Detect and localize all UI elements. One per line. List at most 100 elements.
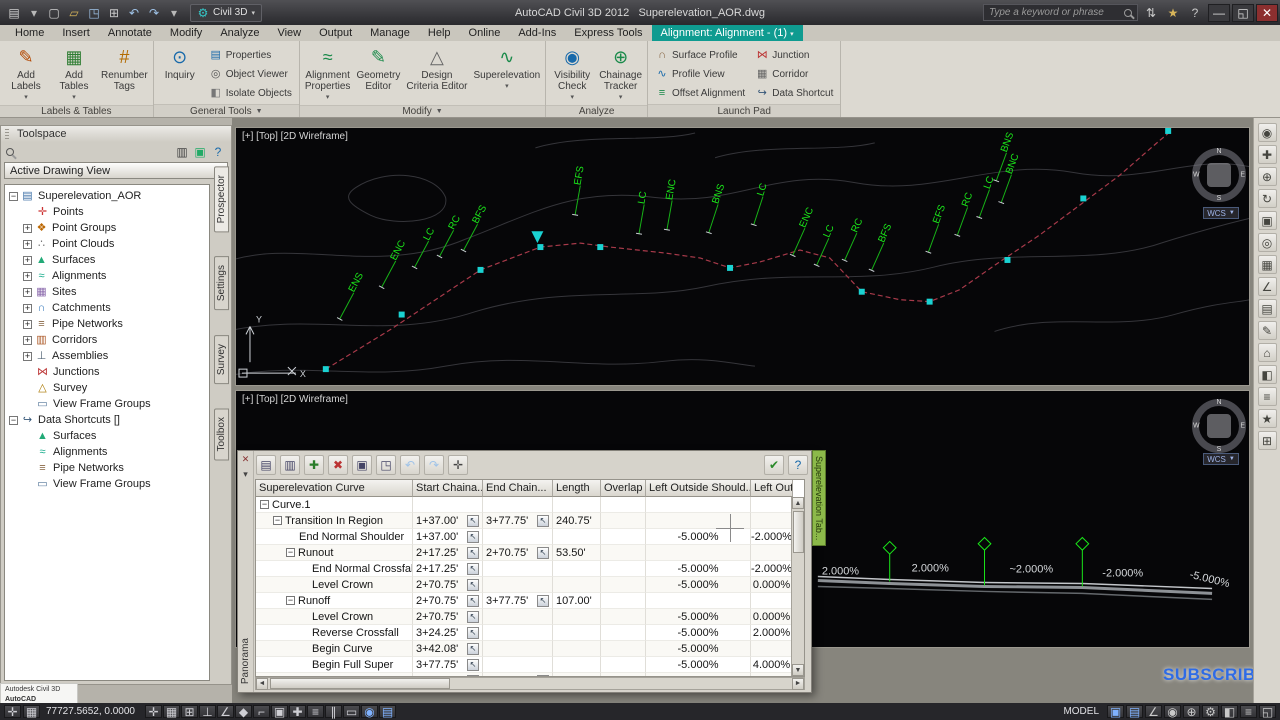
pick-on-screen-icon[interactable]: ↖ [537,515,549,527]
ribbon-tab-insert[interactable]: Insert [53,25,99,41]
list-button[interactable]: ≡ [1258,387,1277,406]
plot-button[interactable]: ⊞ [104,3,124,23]
search-icon[interactable] [1124,9,1132,17]
copy-all-button[interactable]: ▣ [352,455,372,475]
sheet-button[interactable]: ▤ [1258,299,1277,318]
dyn-ucs-button[interactable]: ▦ [23,705,40,718]
expand-icon[interactable]: + [23,272,32,281]
junction-button[interactable]: ⋈Junction [751,46,837,64]
expand-icon[interactable]: + [23,224,32,233]
measure-button[interactable]: ∠ [1258,277,1277,296]
table-row[interactable]: Level Crown2+70.75'↖-5.000%0.000% [256,609,793,625]
pick-on-screen-icon[interactable]: ↖ [467,579,479,591]
home-view-button[interactable]: ⌂ [1258,343,1277,362]
collapse-icon[interactable]: − [286,548,295,557]
data-shortcut-button[interactable]: ↪Data Shortcut [751,84,837,102]
toolspace-tab-survey[interactable]: Survey [214,335,229,384]
pick-on-screen-icon[interactable]: ↖ [467,531,479,543]
toolspace-search-icon[interactable] [6,148,14,156]
ribbon-tab-add-ins[interactable]: Add-Ins [509,25,565,41]
grid-tool-button[interactable]: ⊞ [1258,431,1277,450]
ribbon-tab-view[interactable]: View [268,25,310,41]
lock-ui-button[interactable]: ◧ [1221,705,1238,718]
viewcube-tool-button[interactable]: ▣ [1258,211,1277,230]
viewcube-south[interactable]: S [1217,195,1222,202]
expand-icon[interactable]: + [23,320,32,329]
show-motion-button[interactable]: ◎ [1258,233,1277,252]
wcs-badge[interactable]: WCS ▼ [1203,453,1239,465]
qat-arrow-button[interactable]: ▾ [164,3,184,23]
toolspace-tab-toolbox[interactable]: Toolbox [214,408,229,460]
viewport2-controls[interactable]: [+] [Top] [2D Wireframe] [242,394,348,405]
tree-item-view-frame-groups[interactable]: ▭View Frame Groups [9,396,209,412]
workspace-switch-button[interactable]: ⚙ [1202,705,1219,718]
pick-on-screen-icon[interactable]: ↖ [467,515,479,527]
panel-title-labels-tables[interactable]: Labels & Tables [0,105,153,117]
model-space-button[interactable]: MODEL [1063,706,1099,717]
tree-item-survey[interactable]: △Survey [9,380,209,396]
superelevation-tab-label[interactable]: Superelevation Tab... [812,450,826,546]
tree-item-surfaces[interactable]: +▲Surfaces [9,252,209,268]
panel-title-general-tools[interactable]: General Tools▼ [154,104,299,117]
minimize-button[interactable]: — [1208,4,1230,22]
table-row[interactable]: −Transition In Region1+37.00'↖3+77.75'↖2… [256,513,793,529]
new-file-button[interactable]: ▢ [44,3,64,23]
pick-on-screen-icon[interactable]: ↖ [537,547,549,559]
quick-view-l-button[interactable]: ▤ [1126,705,1143,718]
vertical-scrollbar[interactable]: ▲▼ [791,497,804,676]
help-pan-button[interactable]: ? [788,455,808,475]
ribbon-tab-annotate[interactable]: Annotate [99,25,161,41]
viewcube-south[interactable]: S [1217,446,1222,453]
tpy-toggle[interactable]: ∥ [325,705,342,718]
snap-grid-toggle[interactable]: ▦ [163,705,180,718]
steering-wheel-button[interactable]: ◉ [1258,123,1277,142]
viewcube-face[interactable] [1207,414,1231,438]
table-row[interactable]: −Transition Out Region5+28.66'↖7+69.41'↖… [256,673,793,676]
tree-item-pipe-networks[interactable]: ≡Pipe Networks [9,460,209,476]
visibility-check-button[interactable]: ◉Visibility Check▾ [549,43,595,103]
favorites-button[interactable]: ★ [1163,3,1183,23]
viewcube-west[interactable]: W [1193,423,1200,430]
scroll-up-button[interactable]: ▲ [792,497,804,509]
superelevation-button[interactable]: ∿Superelevation▾ [471,43,542,92]
annot-scale-button[interactable]: ∠ [1145,705,1162,718]
viewcube-east[interactable]: E [1240,423,1245,430]
table-row[interactable]: −Runoff2+70.75'↖3+77.75'↖107.00' [256,593,793,609]
scrollbar-thumb[interactable] [793,511,804,553]
pick-on-screen-icon[interactable]: ↖ [467,611,479,623]
pick-on-screen-icon[interactable]: ↖ [467,643,479,655]
ribbon-tab-output[interactable]: Output [310,25,361,41]
tree-item-alignments[interactable]: +≈Alignments [9,268,209,284]
app-menu-button[interactable]: ▤ [4,3,24,23]
viewport1-controls[interactable]: [+] [Top] [2D Wireframe] [242,131,348,142]
column-header-left-outside[interactable]: Left Outside... [751,480,793,497]
sc-toggle[interactable]: ◉ [361,705,378,718]
collapse-icon[interactable]: − [273,516,282,525]
table-row[interactable]: Begin Curve3+42.08'↖-5.000% [256,641,793,657]
table-row[interactable]: −Runout2+17.25'↖2+70.75'↖53.50' [256,545,793,561]
ribbon-tab-modify[interactable]: Modify [161,25,211,41]
lwt-toggle[interactable]: ≡ [307,705,324,718]
ribbon-tab-express-tools[interactable]: Express Tools [565,25,651,41]
add-tables-button[interactable]: ▦Add Tables▾ [51,43,97,103]
pick-on-screen-icon[interactable]: ↖ [467,627,479,639]
pick-screen-button[interactable]: ✛ [448,455,468,475]
table-row[interactable]: Begin Full Super3+77.75'↖-5.000%4.000% [256,657,793,673]
panel-title-analyze[interactable]: Analyze [546,105,647,117]
expand-icon[interactable]: + [23,240,32,249]
otrack-toggle[interactable]: ⌐ [253,705,270,718]
apply-check-button[interactable]: ✔ [764,455,784,475]
expand-icon[interactable]: + [23,256,32,265]
ribbon-tab-home[interactable]: Home [6,25,53,41]
column-header-left-outside-should[interactable]: Left Outside Should... [646,480,751,497]
perf-button[interactable]: ≡ [1240,705,1257,718]
ortho-toggle[interactable]: ⊥ [199,705,216,718]
clip-button[interactable]: ◧ [1258,365,1277,384]
pick-on-screen-icon[interactable]: ↖ [467,547,479,559]
layers-button[interactable]: ▦ [1258,255,1277,274]
ribbon-tab-help[interactable]: Help [419,25,460,41]
collapse-icon[interactable]: − [286,596,295,605]
search-input[interactable]: Type a keyword or phrase [983,4,1138,21]
undo-button[interactable]: ↶ [124,3,144,23]
redo-button[interactable]: ↷ [424,455,444,475]
